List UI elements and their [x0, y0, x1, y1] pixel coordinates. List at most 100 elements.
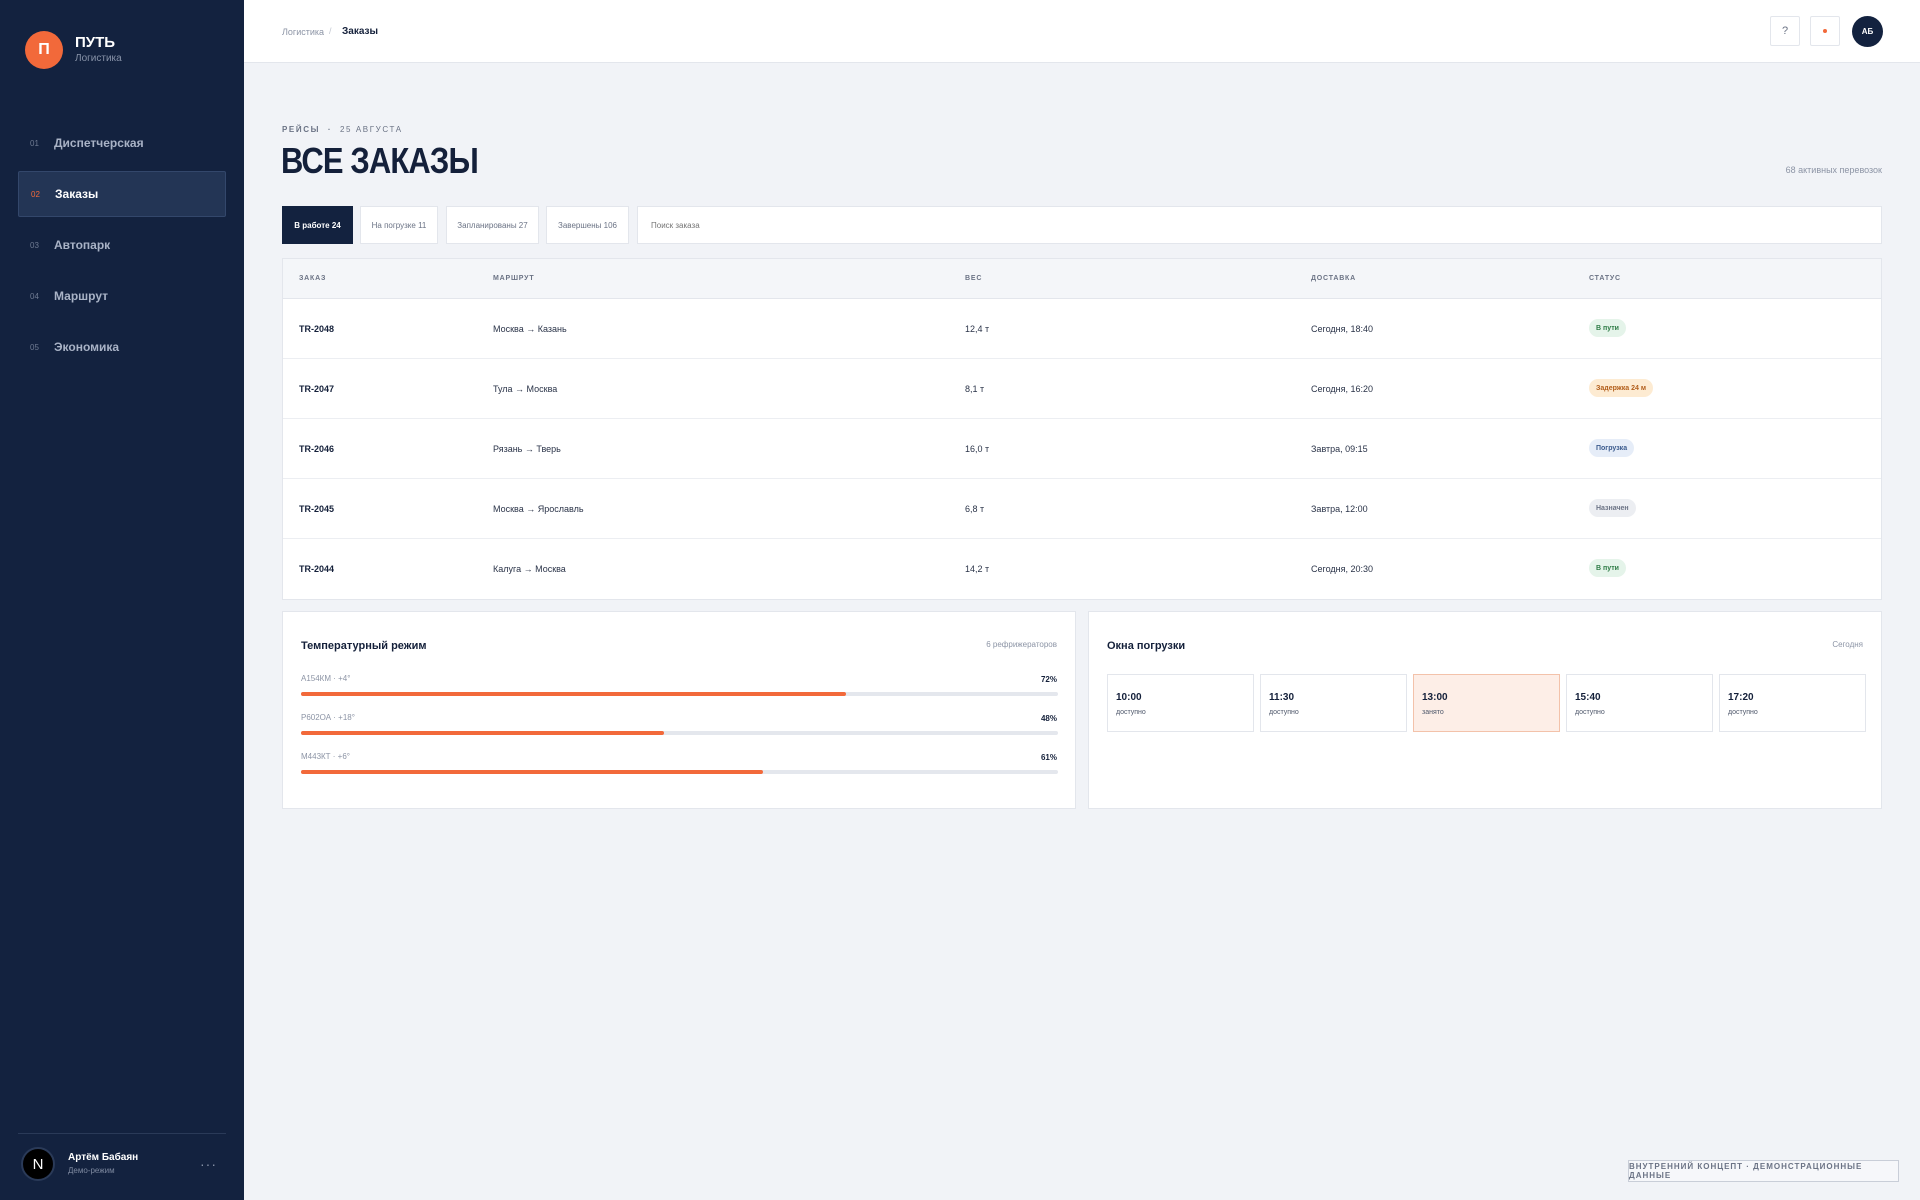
tab-completed[interactable]: Завершены 106	[546, 206, 629, 244]
table-row[interactable]: TR-2047 Тула → Москва 8,1 т Сегодня, 16:…	[283, 359, 1881, 419]
status-badge: В пути	[1589, 559, 1626, 577]
help-button[interactable]: ?	[1770, 16, 1800, 46]
table-row[interactable]: TR-2048 Москва → Казань 12,4 т Сегодня, …	[283, 299, 1881, 359]
slot-time: 10:00	[1116, 692, 1142, 703]
orders-table: ЗАКАЗ МАРШРУТ ВЕС ДОСТАВКА СТАТУС TR-204…	[282, 258, 1882, 600]
slot-time: 15:40	[1575, 692, 1601, 703]
order-weight: 14,2 т	[965, 564, 990, 574]
sidebar-item-economics[interactable]: 05 Экономика	[18, 324, 226, 370]
loading-slot[interactable]: 15:40 доступно	[1566, 674, 1713, 732]
sidebar-item-dispatch[interactable]: 01 Диспетчерская	[18, 120, 226, 166]
user-role: Демо-режим	[68, 1166, 115, 1175]
nav-number: 02	[31, 189, 40, 199]
order-route: Калуга → Москва	[493, 564, 566, 574]
temperature-title: Температурный режим	[301, 640, 427, 652]
slot-state: доступно	[1575, 709, 1605, 716]
breadcrumb-logistics[interactable]: Логистика	[282, 27, 324, 37]
column-header-order[interactable]: ЗАКАЗ	[299, 275, 326, 282]
user-name: Артём Бабаян	[68, 1152, 139, 1163]
search-input[interactable]	[637, 206, 1882, 244]
order-id: TR-2046	[299, 444, 335, 454]
tab-in-progress[interactable]: В работе 24	[282, 206, 353, 244]
status-badge: Задержка 24 м	[1589, 379, 1654, 397]
order-delivery: Сегодня, 20:30	[1311, 564, 1374, 574]
order-id: TR-2047	[299, 384, 335, 394]
nav-number: 05	[30, 342, 39, 352]
temperature-label: А154КМ · +4°	[301, 674, 351, 683]
order-id: TR-2044	[299, 564, 335, 574]
nav-number: 01	[30, 138, 39, 148]
status-badge: Погрузка	[1589, 439, 1635, 457]
slot-state: доступно	[1116, 709, 1146, 716]
column-header-status[interactable]: СТАТУС	[1589, 275, 1621, 282]
table-header: ЗАКАЗ МАРШРУТ ВЕС ДОСТАВКА СТАТУС	[283, 259, 1881, 299]
brand-subtitle: Логистика	[75, 53, 122, 64]
brand-logo[interactable]: П	[25, 31, 63, 69]
sidebar: П ПУТЬ Логистика 01 Диспетчерская 02 Зак…	[0, 0, 244, 1200]
nav-label: Маршрут	[54, 289, 109, 303]
breadcrumb-separator: /	[329, 26, 332, 36]
order-weight: 6,8 т	[965, 504, 985, 514]
temperature-progress-track	[301, 692, 1058, 696]
slot-time: 11:30	[1269, 692, 1295, 703]
sidebar-item-fleet[interactable]: 03 Автопарк	[18, 222, 226, 268]
temperature-progress-fill	[301, 692, 847, 696]
order-route: Рязань → Тверь	[493, 444, 561, 454]
loading-slot[interactable]: 17:20 доступно	[1719, 674, 1866, 732]
page-eyebrow: РЕЙСЫ · 25 АВГУСТА	[282, 125, 403, 134]
table-row[interactable]: TR-2044 Калуга → Москва 14,2 т Сегодня, …	[283, 539, 1881, 599]
more-options-icon[interactable]: ···	[200, 1156, 217, 1172]
table-row[interactable]: TR-2046 Рязань → Тверь 16,0 т Завтра, 09…	[283, 419, 1881, 479]
temperature-progress-track	[301, 731, 1058, 735]
order-delivery: Завтра, 09:15	[1311, 444, 1368, 454]
slot-state: доступно	[1269, 709, 1299, 716]
notifications-button[interactable]	[1810, 16, 1840, 46]
slot-state: занято	[1422, 709, 1444, 716]
temperature-progress-track	[301, 770, 1058, 774]
loading-slot[interactable]: 10:00 доступно	[1107, 674, 1254, 732]
slot-state: доступно	[1728, 709, 1758, 716]
column-header-delivery[interactable]: ДОСТАВКА	[1311, 275, 1356, 282]
order-delivery: Завтра, 12:00	[1311, 504, 1368, 514]
active-count: 68 активных перевозок	[1785, 165, 1882, 175]
temperature-label: Р602ОА · +18°	[301, 713, 355, 722]
order-id: TR-2048	[299, 324, 335, 334]
temperature-value: 72%	[1040, 675, 1057, 684]
nav-number: 03	[30, 240, 39, 250]
concept-disclaimer: ВНУТРЕННИЙ КОНЦЕПТ · ДЕМОНСТРАЦИОННЫЕ ДА…	[1628, 1160, 1899, 1182]
loading-title: Окна погрузки	[1107, 640, 1186, 652]
table-row[interactable]: TR-2045 Москва → Ярославль 6,8 т Завтра,…	[283, 479, 1881, 539]
column-header-route[interactable]: МАРШРУТ	[493, 275, 534, 282]
temperature-progress-fill	[301, 731, 665, 735]
notification-dot-icon	[1823, 29, 1827, 33]
tab-loading[interactable]: На погрузке 11	[360, 206, 438, 244]
order-route: Москва → Казань	[493, 324, 567, 334]
order-id: TR-2045	[299, 504, 335, 514]
tab-planned[interactable]: Запланированы 27	[446, 206, 539, 244]
nav-label: Диспетчерская	[54, 136, 144, 150]
order-delivery: Сегодня, 16:20	[1311, 384, 1374, 394]
loading-windows-panel: Окна погрузки Сегодня 10:00 доступно 11:…	[1088, 611, 1882, 809]
temperature-label: М443КТ · +6°	[301, 752, 350, 761]
help-icon: ?	[1781, 25, 1789, 37]
loading-slot[interactable]: 11:30 доступно	[1260, 674, 1407, 732]
eyebrow-date: 25 АВГУСТА	[339, 125, 403, 134]
sidebar-item-orders[interactable]: 02 Заказы	[18, 171, 226, 217]
eyebrow-section: РЕЙСЫ	[282, 125, 321, 134]
temperature-progress-fill	[301, 770, 763, 774]
order-route: Тула → Москва	[493, 384, 558, 394]
nav-label: Автопарк	[54, 238, 111, 252]
sidebar-divider	[18, 1133, 226, 1134]
header-avatar[interactable]: АБ	[1852, 16, 1883, 47]
page-title: ВСЕ ЗАКАЗЫ	[281, 140, 479, 181]
top-bar: Логистика / Заказы ? АБ	[244, 0, 1920, 63]
loading-slot[interactable]: 13:00 занято	[1413, 674, 1560, 732]
slot-time: 17:20	[1728, 692, 1754, 703]
user-avatar[interactable]: N	[21, 1147, 55, 1181]
sidebar-item-route[interactable]: 04 Маршрут	[18, 273, 226, 319]
temperature-panel: Температурный режим 6 рефрижераторов А15…	[282, 611, 1076, 809]
slot-time: 13:00	[1422, 692, 1448, 703]
order-weight: 12,4 т	[965, 324, 990, 334]
column-header-weight[interactable]: ВЕС	[965, 275, 982, 282]
order-weight: 16,0 т	[965, 444, 990, 454]
